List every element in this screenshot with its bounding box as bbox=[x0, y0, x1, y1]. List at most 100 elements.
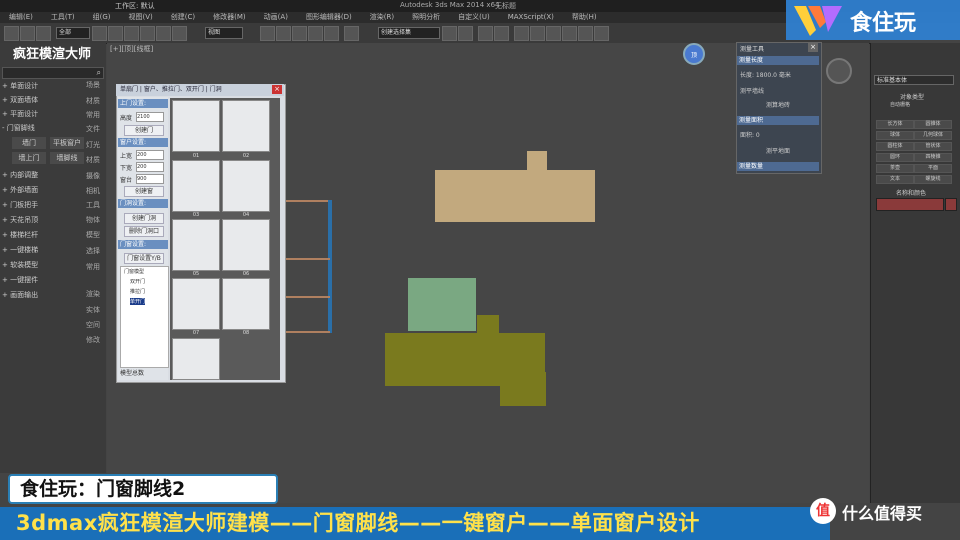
primitive-button[interactable]: 管状体 bbox=[914, 142, 952, 151]
auto-grid-checkbox[interactable]: 自动栅格 bbox=[890, 101, 910, 108]
primitive-button[interactable]: 球体 bbox=[876, 131, 914, 140]
graphite-icon[interactable] bbox=[494, 26, 509, 41]
color-swatch[interactable] bbox=[945, 198, 957, 211]
room-tan-notch[interactable] bbox=[527, 151, 547, 171]
sub-button[interactable]: 墙脚线 bbox=[50, 152, 84, 164]
rotate-icon[interactable] bbox=[156, 26, 171, 41]
menu-item[interactable]: 修改器(M) bbox=[204, 12, 255, 23]
search-icon[interactable]: ⌕ bbox=[97, 68, 101, 78]
door-thumbnail[interactable] bbox=[222, 219, 270, 271]
plugin-item[interactable]: - 门窗脚线 bbox=[2, 122, 82, 134]
render-frame-icon[interactable] bbox=[578, 26, 593, 41]
side-item[interactable]: 实体 bbox=[86, 305, 106, 315]
select-icon[interactable] bbox=[92, 26, 107, 41]
side-item[interactable]: 常用 bbox=[86, 262, 106, 272]
primitive-button[interactable]: 几何球体 bbox=[914, 131, 952, 140]
door-thumbnail[interactable] bbox=[172, 160, 220, 212]
layer-icon[interactable] bbox=[478, 26, 493, 41]
record-icon[interactable] bbox=[826, 58, 852, 84]
create-door-button[interactable]: 创建门 bbox=[124, 125, 164, 136]
menu-item[interactable]: 视图(V) bbox=[120, 12, 162, 23]
plugin-item[interactable]: + 单面设计 bbox=[2, 80, 82, 92]
view-dropdown[interactable]: 视图 bbox=[205, 27, 243, 39]
primitive-button[interactable]: 四棱锥 bbox=[914, 153, 952, 162]
plugin-item[interactable]: + 一键楼梯 bbox=[2, 244, 82, 256]
side-item[interactable]: 常用 bbox=[86, 110, 106, 120]
menu-item[interactable]: 图形编辑器(D) bbox=[297, 12, 361, 23]
upper-input[interactable]: 200 bbox=[136, 150, 164, 160]
material-editor-icon[interactable] bbox=[546, 26, 561, 41]
door-thumbnail[interactable] bbox=[222, 160, 270, 212]
pivot-icon[interactable] bbox=[260, 26, 275, 41]
side-item[interactable]: 工具 bbox=[86, 200, 106, 210]
render-icon[interactable] bbox=[594, 26, 609, 41]
curve-editor-icon[interactable] bbox=[514, 26, 529, 41]
plugin-item[interactable]: + 天花吊顶 bbox=[2, 214, 82, 226]
primitive-button[interactable]: 圆柱体 bbox=[876, 142, 914, 151]
tree-root[interactable]: 门窗模型 bbox=[124, 268, 144, 275]
side-item[interactable]: 模型 bbox=[86, 230, 106, 240]
side-item[interactable]: 物体 bbox=[86, 215, 106, 225]
plugin-item[interactable]: + 一键摆件 bbox=[2, 274, 82, 286]
angle-snap-icon[interactable] bbox=[292, 26, 307, 41]
door-thumbnail[interactable] bbox=[172, 219, 220, 271]
tree-item[interactable]: 双开门 bbox=[130, 278, 145, 285]
edit-named-icon[interactable] bbox=[344, 26, 359, 41]
workspace-label[interactable]: 工作区: 默认 bbox=[115, 1, 155, 11]
tree-item-selected[interactable]: 单开门 bbox=[130, 298, 146, 305]
category-dropdown[interactable]: 标准基本体 bbox=[874, 75, 954, 85]
primitive-button[interactable]: 圆锥体 bbox=[914, 120, 952, 129]
create-opening-button[interactable]: 创建门洞 bbox=[124, 213, 164, 224]
side-item[interactable]: 相机 bbox=[86, 186, 106, 196]
measure-button[interactable]: 测算地砖 bbox=[766, 100, 790, 109]
move-icon[interactable] bbox=[140, 26, 155, 41]
room-tan[interactable] bbox=[435, 170, 595, 222]
close-icon[interactable]: × bbox=[272, 85, 282, 94]
percent-snap-icon[interactable] bbox=[308, 26, 323, 41]
rect-select-icon[interactable] bbox=[124, 26, 139, 41]
height-input[interactable]: 2100 bbox=[136, 112, 164, 122]
align-icon[interactable] bbox=[458, 26, 473, 41]
plugin-item[interactable]: + 软装模型 bbox=[2, 259, 82, 271]
plugin-item[interactable]: + 画面输出 bbox=[2, 289, 82, 301]
side-item[interactable]: 渲染 bbox=[86, 289, 106, 299]
tree-item[interactable]: 推拉门 bbox=[130, 288, 145, 295]
menu-item[interactable]: 组(G) bbox=[84, 12, 120, 23]
spinner-snap-icon[interactable] bbox=[324, 26, 339, 41]
door-thumbnail[interactable] bbox=[222, 100, 270, 152]
side-item[interactable]: 修改 bbox=[86, 335, 106, 345]
sub-button[interactable]: 墙门 bbox=[12, 137, 46, 149]
primitive-button[interactable]: 长方体 bbox=[876, 120, 914, 129]
viewcube-icon[interactable]: 顶 bbox=[683, 43, 705, 65]
name-field[interactable] bbox=[876, 198, 944, 211]
create-window-button[interactable]: 创建窗 bbox=[124, 186, 164, 197]
primitive-button[interactable]: 平面 bbox=[914, 164, 952, 173]
menu-item[interactable]: 工具(T) bbox=[42, 12, 84, 23]
menu-item[interactable]: 渲染(R) bbox=[361, 12, 403, 23]
menu-item[interactable]: 动画(A) bbox=[255, 12, 297, 23]
side-item[interactable]: 选择 bbox=[86, 246, 106, 256]
undo-icon[interactable] bbox=[4, 26, 19, 41]
viewport-label[interactable]: [+][顶][线框] bbox=[110, 44, 153, 54]
sub-button[interactable]: 平板窗户 bbox=[50, 137, 84, 149]
schematic-icon[interactable] bbox=[530, 26, 545, 41]
menu-item[interactable]: MAXScript(X) bbox=[499, 12, 563, 23]
close-icon[interactable]: × bbox=[808, 43, 818, 52]
room-olive-notch[interactable] bbox=[477, 315, 499, 335]
sill-input[interactable]: 900 bbox=[136, 174, 164, 184]
redo-icon[interactable] bbox=[20, 26, 35, 41]
selection-filter[interactable]: 全部 bbox=[56, 27, 90, 39]
measure-button[interactable]: 测平墙线 bbox=[740, 86, 764, 95]
primitive-button[interactable]: 螺旋线 bbox=[914, 175, 952, 184]
plugin-search-input[interactable]: ⌕ bbox=[2, 67, 104, 79]
side-item[interactable]: 空间 bbox=[86, 320, 106, 330]
door-thumbnail[interactable] bbox=[172, 278, 220, 330]
plugin-item[interactable]: + 楼梯栏杆 bbox=[2, 229, 82, 241]
delete-opening-button[interactable]: 删除门洞口 bbox=[124, 226, 164, 237]
menu-item[interactable]: 创建(C) bbox=[162, 12, 204, 23]
side-item[interactable]: 材质 bbox=[86, 96, 106, 106]
side-item[interactable]: 摄像 bbox=[86, 171, 106, 181]
door-thumbnail[interactable] bbox=[222, 278, 270, 330]
scale-icon[interactable] bbox=[172, 26, 187, 41]
select-by-name-icon[interactable] bbox=[108, 26, 123, 41]
